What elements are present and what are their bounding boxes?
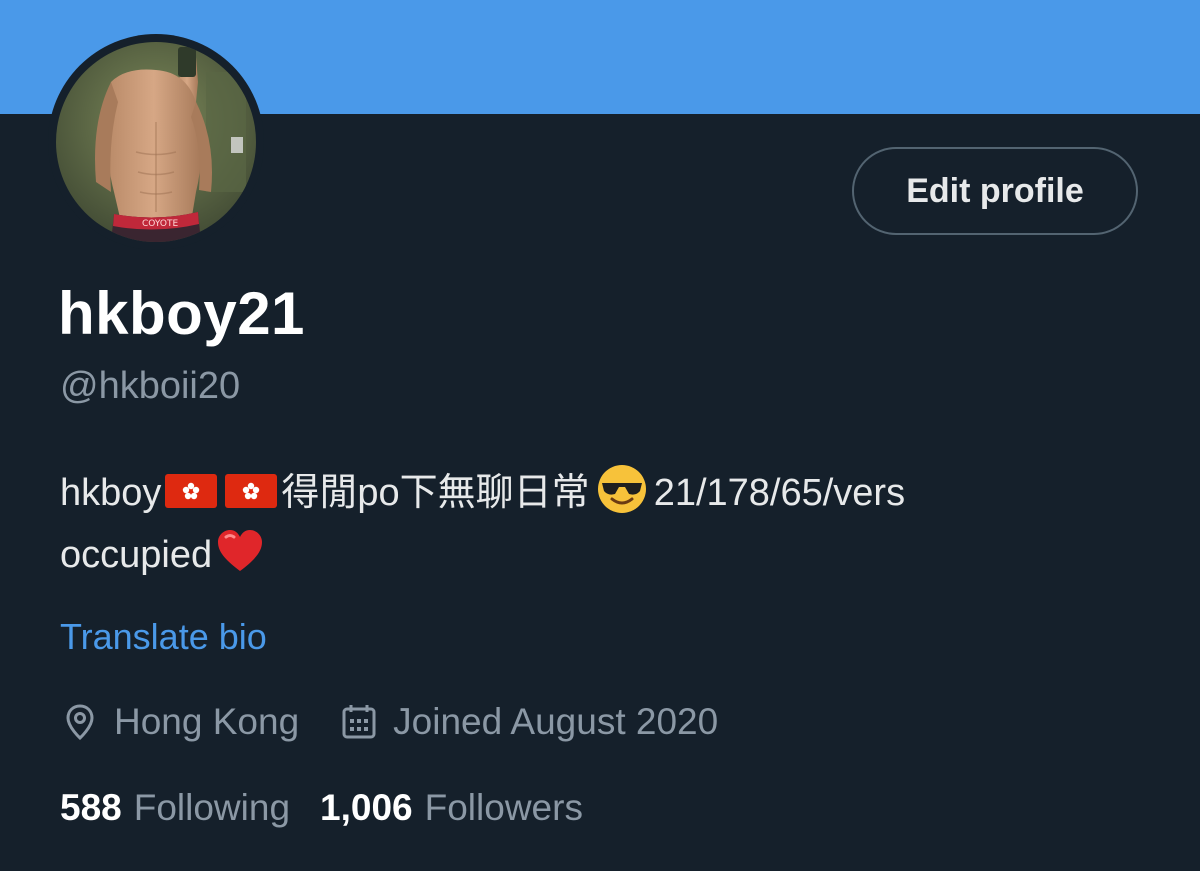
avatar[interactable]: COYOTE (56, 42, 256, 242)
location-text: Hong Kong (114, 701, 300, 742)
bio-text-chinese: 得閒po下無聊日常 (281, 472, 590, 514)
translate-bio-link[interactable]: Translate bio (60, 614, 267, 660)
profile-photo-image: COYOTE (56, 42, 256, 242)
profile-page: COYOTE Edit profile hkboy21 @hkboii20 hk… (0, 0, 1200, 871)
avatar-ring: COYOTE (48, 34, 264, 250)
following-link[interactable]: 588 Following (60, 787, 290, 829)
sunglasses-emoji-icon (596, 463, 648, 515)
joined-item: Joined August 2020 (339, 701, 718, 743)
followers-link[interactable]: 1,006 Followers (320, 787, 583, 829)
bio-line-2: occupied (60, 524, 1160, 586)
profile-bio: hkboy 得閒po下無聊日常 21/178/65/vers occupied (60, 462, 1160, 586)
joined-text: Joined August 2020 (393, 701, 719, 742)
red-heart-emoji-icon (214, 525, 266, 577)
calendar-icon (339, 702, 379, 742)
bio-text-stats: 21/178/65/vers (653, 472, 906, 514)
edit-profile-button[interactable]: Edit profile (852, 147, 1138, 235)
following-count: 588 (60, 787, 122, 828)
bio-text-status: occupied (60, 534, 213, 576)
location-pin-icon (60, 702, 100, 742)
profile-meta: Hong Kong Joined August 2020 (60, 698, 758, 746)
followers-label: Followers (424, 787, 583, 828)
hong-kong-flag-icon (165, 474, 218, 508)
bio-line-1: hkboy 得閒po下無聊日常 21/178/65/vers (60, 462, 1160, 524)
followers-count: 1,006 (320, 787, 413, 828)
svg-text:COYOTE: COYOTE (142, 219, 178, 229)
following-label: Following (133, 787, 291, 828)
hong-kong-flag-icon (225, 474, 278, 508)
user-handle: @hkboii20 (60, 365, 241, 407)
location-item: Hong Kong (60, 701, 299, 743)
profile-stats: 588 Following 1,006 Followers (60, 784, 613, 832)
display-name: hkboy21 (58, 280, 305, 347)
bio-text-prefix: hkboy (60, 472, 162, 514)
